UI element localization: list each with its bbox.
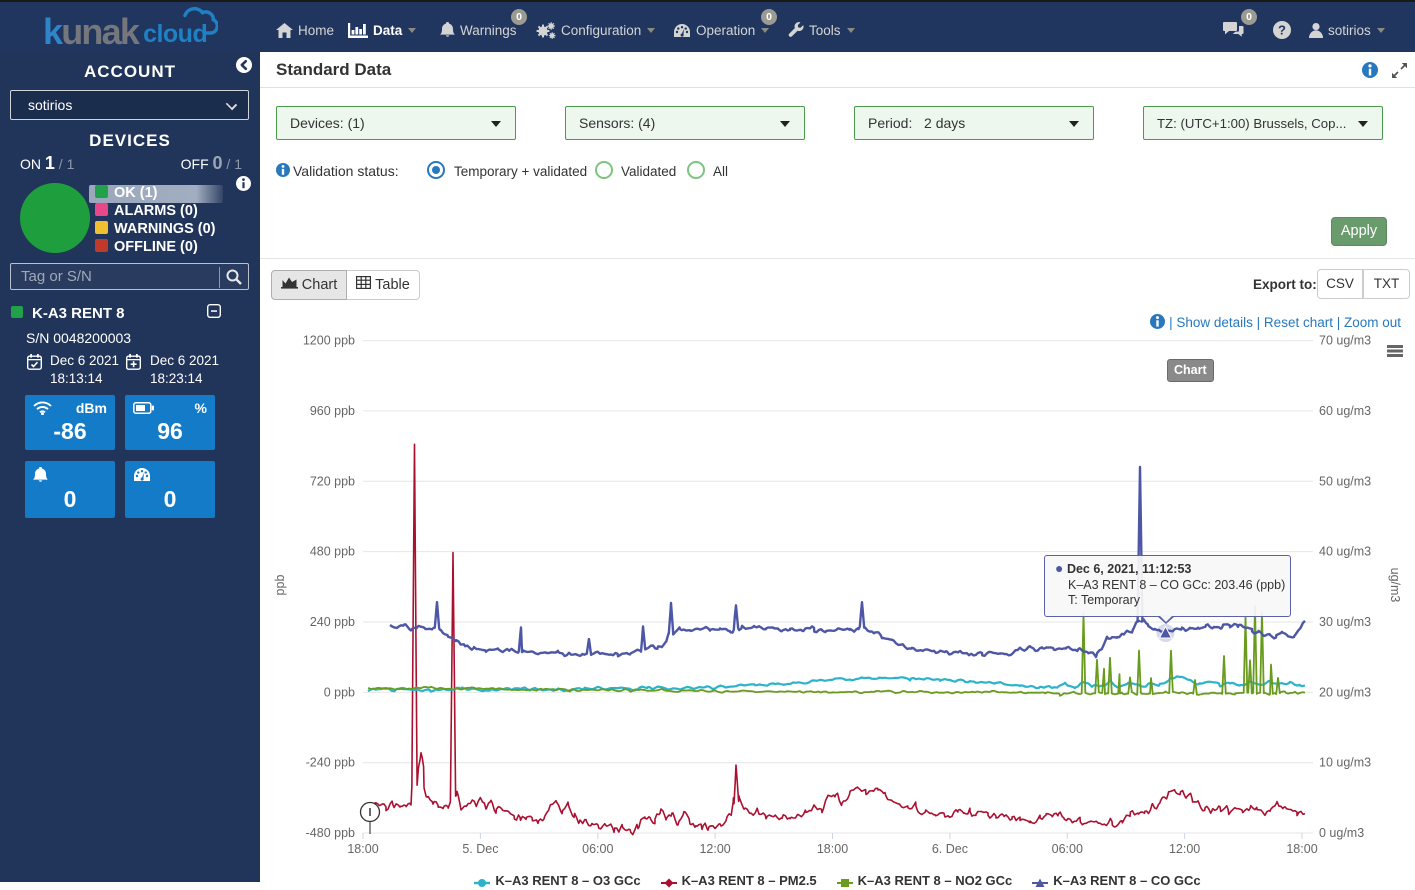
svg-text:18:00: 18:00	[347, 842, 378, 856]
svg-text:0 ug/m3: 0 ug/m3	[1319, 826, 1364, 840]
svg-text:12:00: 12:00	[699, 842, 730, 856]
svg-text:-480 ppb: -480 ppb	[306, 826, 355, 840]
svg-text:720 ppb: 720 ppb	[310, 474, 355, 488]
svg-text:1200 ppb: 1200 ppb	[303, 334, 355, 348]
svg-text:06:00: 06:00	[582, 842, 613, 856]
svg-text:40 ug/m3: 40 ug/m3	[1319, 545, 1371, 559]
svg-text:12:00: 12:00	[1169, 842, 1200, 856]
svg-text:50 ug/m3: 50 ug/m3	[1319, 474, 1371, 488]
svg-text:06:00: 06:00	[1052, 842, 1083, 856]
svg-text:20 ug/m3: 20 ug/m3	[1319, 685, 1371, 699]
svg-text:-240 ppb: -240 ppb	[306, 756, 355, 770]
svg-text:5. Dec: 5. Dec	[462, 842, 498, 856]
svg-text:18:00: 18:00	[817, 842, 848, 856]
svg-text:ppb: ppb	[273, 575, 287, 596]
svg-text:60 ug/m3: 60 ug/m3	[1319, 404, 1371, 418]
svg-text:10 ug/m3: 10 ug/m3	[1319, 756, 1371, 770]
svg-text:?: ?	[1278, 23, 1286, 38]
svg-text:480 ppb: 480 ppb	[310, 545, 355, 559]
svg-text:70 ug/m3: 70 ug/m3	[1319, 334, 1371, 348]
svg-text:960 ppb: 960 ppb	[310, 404, 355, 418]
svg-text:240 ppb: 240 ppb	[310, 615, 355, 629]
svg-text:0 ppb: 0 ppb	[324, 685, 355, 699]
svg-text:6. Dec: 6. Dec	[932, 842, 968, 856]
svg-text:18:00: 18:00	[1286, 842, 1317, 856]
svg-text:ug/m3: ug/m3	[1388, 568, 1402, 603]
svg-text:30 ug/m3: 30 ug/m3	[1319, 615, 1371, 629]
